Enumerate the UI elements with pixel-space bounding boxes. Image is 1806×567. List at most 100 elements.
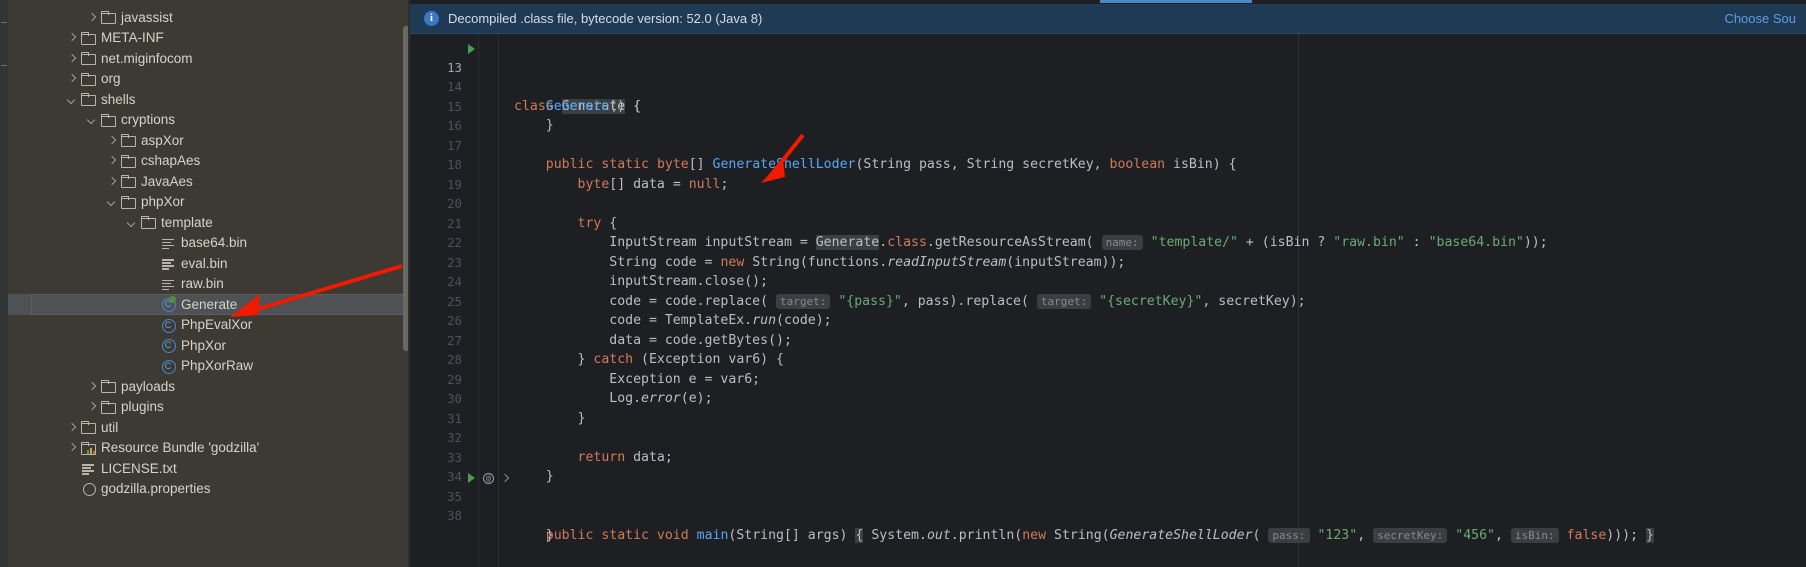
resource-bundle-icon [80,440,96,456]
tree-item-generate[interactable]: Generate [8,294,410,315]
tree-item-template[interactable]: template [8,212,410,233]
tree-item-net-miginfocom[interactable]: net.miginfocom [8,48,410,69]
code-line[interactable]: 26 data = code.getBytes(); [410,292,1806,348]
tree-toggle-spacer [66,463,77,474]
code-line[interactable]: 35 @ public static void main(String[] ar… [410,467,1806,543]
tree-item-javassist[interactable]: javassist [8,7,410,28]
left-toolbar-strip[interactable] [0,0,8,567]
tree-item-label: net.miginfocom [101,50,193,66]
code-editor-panel[interactable]: Decompiled .class file, bytecode version… [410,0,1806,567]
folder-icon [80,71,96,87]
code-line[interactable]: 13 class Generate { [410,38,1806,114]
line-text: } [514,527,554,543]
project-tree-panel[interactable]: javassist META-INF net.miginfocom org shells… [8,0,410,567]
tree-item-label: cshapAes [141,153,201,169]
code-line[interactable]: 15 } [410,77,1806,134]
tree-item-label: payloads [121,378,176,394]
run-method-gutter-icon[interactable]: @ [468,469,510,485]
tree-item-shells[interactable]: shells [8,89,410,110]
folder-icon [80,50,96,66]
chevron-down-icon[interactable] [86,114,97,125]
chevron-right-icon[interactable] [86,401,97,412]
tree-item-org[interactable]: org [8,69,410,90]
tree-item-godzilla-properties[interactable]: godzilla.properties [8,479,410,500]
tree-item-label: org [101,71,121,87]
file-icon [160,235,176,251]
tree-item-license-txt[interactable]: LICENSE.txt [8,458,410,479]
tree-item-label: PhpEvalXor [181,317,253,333]
chevron-right-icon[interactable] [66,442,77,453]
code-line[interactable]: 28 Exception e = var6; [410,331,1806,387]
tree-item-raw-bin[interactable]: raw.bin [8,274,410,295]
code-lines[interactable]: 13 class Generate { 14 Generate() { 15 }… [410,34,1806,567]
code-line[interactable]: 32 return data; [410,409,1806,465]
code-line[interactable]: 27 } catch (Exception var6) { [410,311,1806,368]
tree-item-meta-inf[interactable]: META-INF [8,28,410,49]
tree-item-label: Generate [181,296,238,312]
tree-item-base64-bin[interactable]: base64.bin [8,233,410,254]
folder-icon [100,112,116,128]
file-icon [160,276,176,292]
chevron-down-icon[interactable] [66,94,77,105]
folder-icon [80,419,96,435]
code-line[interactable]: 22 String code = new String(functions.re… [410,214,1806,270]
code-line[interactable]: 23 inputStream.close(); [410,233,1806,290]
code-line[interactable]: 17 public static byte[] GenerateShellLod… [410,116,1806,173]
tree-toggle-spacer [146,340,157,351]
code-line[interactable]: 24 code = code.replace( target: "{pass}"… [410,253,1806,309]
tree-item-label: eval.bin [181,255,228,271]
code-line[interactable]: 19 [410,155,1806,192]
choose-sources-link[interactable]: Choose Sou [1724,4,1796,34]
code-line[interactable]: 34 [410,448,1806,484]
tree-item-resource-bundle-godzilla[interactable]: Resource Bundle 'godzilla' [8,438,410,459]
folder-icon [80,91,96,107]
folder-icon [140,214,156,230]
chevron-right-icon[interactable] [106,135,117,146]
chevron-right-icon[interactable] [66,73,77,84]
tree-item-aspxor[interactable]: aspXor [8,130,410,151]
chevron-right-icon[interactable] [86,381,97,392]
properties-icon [80,481,96,497]
code-area[interactable]: 13 class Generate { 14 Generate() { 15 }… [410,34,1806,567]
file-icon [160,255,176,271]
code-line[interactable]: 29 Log.error(e); [410,350,1806,407]
tree-item-cryptions[interactable]: cryptions [8,110,410,131]
code-line[interactable]: 31 [410,389,1806,426]
tree-item-phpxor[interactable]: phpXor [8,192,410,213]
code-line[interactable]: 14 Generate() { [410,58,1806,114]
tree-item-javaaes[interactable]: JavaAes [8,171,410,192]
java-class-icon [160,337,176,354]
tree-item-util[interactable]: util [8,417,410,438]
tree-item-phpxorraw[interactable]: PhpXorRaw [8,356,410,377]
tree-item-phpevalxor[interactable]: PhpEvalXor [8,315,410,336]
chevron-right-icon[interactable] [66,422,77,433]
code-line[interactable]: 16 [410,97,1806,133]
tree-toggle-spacer [146,319,157,330]
tree-item-payloads[interactable]: payloads [8,376,410,397]
chevron-right-icon[interactable] [106,176,117,187]
code-line[interactable]: 30 } [410,370,1806,426]
run-gutter-icon[interactable] [468,40,498,56]
chevron-right-icon[interactable] [106,155,117,166]
chevron-right-icon[interactable] [66,53,77,64]
chevron-right-icon[interactable] [86,12,97,23]
tree-item-cshapaes[interactable]: cshapAes [8,151,410,172]
tree-item-plugins[interactable]: plugins [8,397,410,418]
tree-item-phpxor[interactable]: PhpXor [8,335,410,356]
code-line[interactable]: 18 byte[] data = null; [410,136,1806,192]
tree-item-eval-bin[interactable]: eval.bin [8,253,410,274]
code-line[interactable]: 38 } [410,487,1806,543]
tree-toggle-spacer [146,278,157,289]
chevron-right-icon[interactable] [66,32,77,43]
tree-item-label: cryptions [121,112,176,128]
code-line[interactable]: 21 InputStream inputStream = Generate.cl… [410,194,1806,250]
tree-toggle-spacer [146,258,157,269]
chevron-down-icon[interactable] [106,196,117,207]
code-line[interactable]: 25 code = TemplateEx.run(code); [410,272,1806,329]
code-line[interactable]: 20 try { [410,175,1806,231]
tree-item-label: PhpXor [181,337,227,353]
code-line[interactable]: 33 } [410,428,1806,485]
tree-item-label: LICENSE.txt [101,460,177,476]
folder-icon [100,9,116,25]
chevron-down-icon[interactable] [126,217,137,228]
